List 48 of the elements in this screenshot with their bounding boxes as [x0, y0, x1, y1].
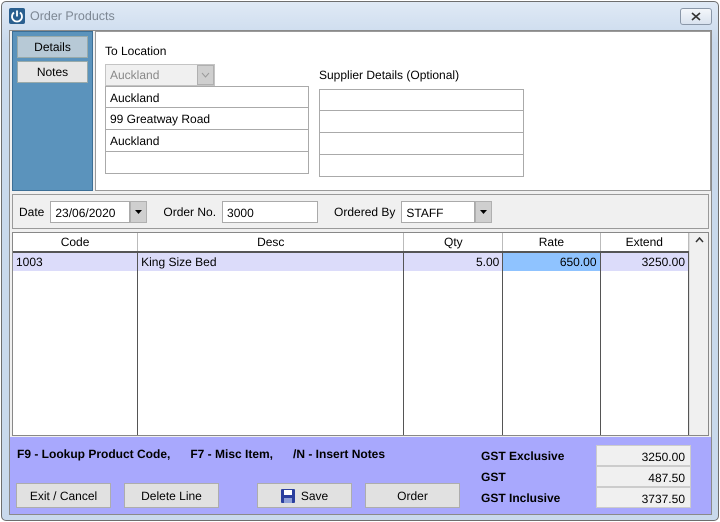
input-field[interactable]: [319, 133, 524, 155]
input-field[interactable]: [319, 111, 524, 133]
field-label: Date: [19, 204, 44, 220]
input-field[interactable]: 3000: [222, 200, 318, 222]
table-cell[interactable]: 3250.00: [600, 252, 688, 271]
close-button[interactable]: [680, 8, 712, 24]
caret-icon: [201, 72, 210, 78]
input-field[interactable]: [105, 152, 309, 174]
shortcut-hint: F7 - Misc Item,: [190, 446, 274, 463]
shortcut-hint: /N - Insert Notes: [293, 446, 386, 463]
total-value: 3737.50: [596, 487, 691, 508]
dropdown-field[interactable]: STAFF: [401, 200, 476, 222]
shortcut-hint: F9 - Lookup Product Code,: [17, 446, 170, 463]
field-label: Ordered By: [334, 204, 396, 220]
total-label: GST Exclusive: [481, 448, 566, 464]
caret-icon: [479, 208, 488, 214]
input-field[interactable]: Auckland: [105, 130, 309, 152]
field-label: To Location: [105, 43, 168, 60]
table-cell[interactable]: 650.00: [502, 252, 600, 271]
scroll-up-icon[interactable]: [694, 237, 704, 243]
dropdown-button[interactable]: [475, 200, 492, 222]
date-field[interactable]: 23/06/2020: [50, 200, 130, 222]
window-title: Order Products: [30, 8, 115, 25]
field-label: Order No.: [163, 204, 216, 220]
action-button[interactable]: Delete Line: [124, 483, 219, 508]
action-button[interactable]: Save: [257, 483, 352, 508]
table-cell[interactable]: King Size Bed: [138, 252, 404, 271]
app-icon: [9, 8, 25, 24]
table-cell[interactable]: 1003: [13, 252, 138, 271]
save-icon: [280, 488, 295, 502]
input-field[interactable]: 99 Greatway Road: [105, 108, 309, 130]
action-button[interactable]: Exit / Cancel: [16, 483, 111, 508]
input-field[interactable]: Auckland: [105, 86, 309, 108]
action-button[interactable]: Order: [365, 483, 460, 508]
sidebar-tab[interactable]: Details: [17, 36, 88, 58]
total-value: 3250.00: [596, 445, 691, 466]
total-value: 487.50: [596, 466, 691, 487]
input-field[interactable]: [319, 89, 524, 111]
field-label: Supplier Details (Optional): [319, 67, 460, 84]
scrollbar[interactable]: [689, 233, 708, 435]
total-label: GST: [481, 468, 507, 486]
sidebar-tab[interactable]: Notes: [17, 61, 88, 83]
input-field[interactable]: [319, 155, 524, 177]
close-icon: [691, 12, 701, 20]
table-cell[interactable]: 5.00: [404, 252, 503, 271]
caret-icon: [134, 208, 144, 214]
total-label: GST Inclusive: [481, 490, 562, 506]
dropdown-button[interactable]: [130, 200, 148, 222]
